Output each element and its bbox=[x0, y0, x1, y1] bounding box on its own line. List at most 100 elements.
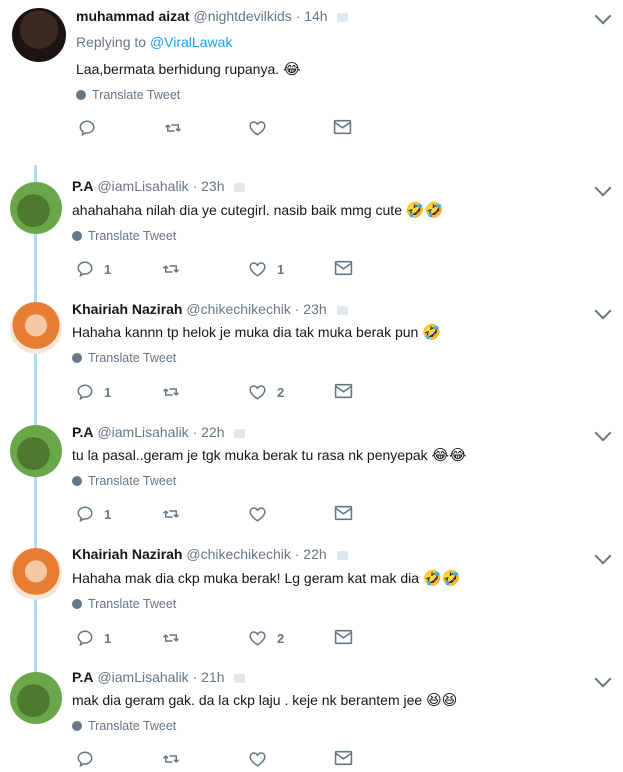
avatar[interactable] bbox=[10, 672, 62, 724]
retweet-icon bbox=[162, 265, 180, 273]
dm-button[interactable] bbox=[334, 629, 353, 645]
like-button[interactable]: 2 bbox=[248, 629, 284, 647]
tweet-header: P.A @iamLisahalik · 22h bbox=[72, 424, 246, 440]
like-count: 2 bbox=[277, 384, 285, 400]
like-icon bbox=[249, 262, 266, 277]
like-button[interactable]: 2 bbox=[248, 383, 284, 401]
user-name[interactable]: P.A bbox=[72, 178, 94, 194]
avatar[interactable] bbox=[12, 8, 66, 62]
tweet-header: P.A @iamLisahalik · 23h bbox=[72, 178, 246, 194]
translate-tweet[interactable]: Translate Tweet bbox=[72, 719, 176, 733]
media-icon bbox=[336, 550, 348, 560]
translate-label[interactable]: Translate Tweet bbox=[88, 229, 176, 243]
translate-tweet[interactable]: Translate Tweet bbox=[72, 474, 176, 488]
chevron-down-icon[interactable] bbox=[594, 302, 612, 320]
avatar[interactable] bbox=[10, 425, 62, 477]
avatar[interactable] bbox=[10, 182, 62, 234]
dm-icon bbox=[334, 260, 353, 276]
translate-label[interactable]: Translate Tweet bbox=[88, 474, 176, 488]
avatar[interactable] bbox=[10, 302, 62, 354]
dm-button[interactable] bbox=[334, 505, 353, 521]
media-icon bbox=[234, 673, 246, 683]
user-name[interactable]: Khairiah Nazirah bbox=[72, 301, 182, 317]
reply-button[interactable]: 1 bbox=[76, 629, 111, 647]
tweet-emoji: 😂 bbox=[283, 61, 301, 78]
mention-link[interactable]: @ViralLawak bbox=[150, 34, 232, 50]
dm-button[interactable] bbox=[334, 260, 353, 276]
timestamp[interactable]: · 22h bbox=[295, 546, 327, 562]
like-button[interactable] bbox=[248, 505, 277, 523]
reply-button[interactable] bbox=[76, 750, 104, 768]
translate-tweet[interactable]: Translate Tweet bbox=[72, 229, 176, 243]
user-name[interactable]: P.A bbox=[72, 669, 94, 685]
translate-tweet[interactable]: Translate Tweet bbox=[72, 351, 176, 365]
retweet-button[interactable] bbox=[161, 629, 181, 647]
timestamp[interactable]: · 14h bbox=[296, 8, 328, 24]
timestamp[interactable]: · 22h bbox=[193, 424, 225, 440]
reply-count: 1 bbox=[104, 630, 112, 646]
reply-icon bbox=[77, 384, 93, 401]
user-handle[interactable]: @nightdevilkids bbox=[193, 8, 291, 24]
chevron-down-icon[interactable] bbox=[594, 424, 612, 442]
avatar[interactable] bbox=[10, 548, 62, 600]
media-icon bbox=[337, 12, 349, 22]
globe-icon bbox=[72, 476, 82, 486]
reply-button[interactable]: 1 bbox=[76, 383, 111, 401]
timestamp[interactable]: · 23h bbox=[193, 178, 225, 194]
tweet-emoji: 😂😂 bbox=[431, 447, 467, 464]
user-name[interactable]: Khairiah Nazirah bbox=[72, 546, 182, 562]
user-handle[interactable]: @iamLisahalik bbox=[97, 669, 188, 685]
tweet-text-body: Laa,bermata berhidung rupanya. bbox=[76, 61, 280, 77]
chevron-down-icon[interactable] bbox=[594, 179, 612, 197]
dm-icon bbox=[333, 119, 352, 135]
tweet-header: muhammad aizat @nightdevilkids · 14h bbox=[76, 8, 349, 24]
tweet-text: ahahahaha nilah dia ye cutegirl. nasib b… bbox=[72, 201, 443, 219]
tweet-actions bbox=[76, 750, 376, 772]
retweet-button[interactable] bbox=[161, 750, 181, 768]
chevron-down-icon[interactable] bbox=[594, 547, 612, 565]
retweet-button[interactable] bbox=[161, 505, 181, 523]
dm-button[interactable] bbox=[334, 383, 353, 399]
replying-to: Replying to @ViralLawak bbox=[76, 34, 232, 50]
translate-label[interactable]: Translate Tweet bbox=[88, 597, 176, 611]
like-button[interactable] bbox=[248, 119, 277, 137]
translate-label[interactable]: Translate Tweet bbox=[88, 351, 176, 365]
chevron-down-icon[interactable] bbox=[594, 7, 612, 25]
user-name[interactable]: P.A bbox=[72, 424, 94, 440]
tweet-text-body: Hahaha kannn tp helok je muka dia tak mu… bbox=[72, 324, 419, 340]
tweet-text: Hahaha mak dia ckp muka berak! Lg geram … bbox=[72, 569, 460, 587]
dm-button[interactable] bbox=[333, 119, 352, 135]
tweet-actions: 1 2 bbox=[76, 629, 376, 651]
reply-button[interactable]: 1 bbox=[76, 260, 111, 278]
globe-icon bbox=[72, 353, 82, 363]
media-icon bbox=[234, 428, 246, 438]
dm-icon bbox=[334, 505, 353, 521]
timestamp[interactable]: · 23h bbox=[295, 301, 327, 317]
like-button[interactable]: 1 bbox=[248, 260, 284, 278]
reply-button[interactable] bbox=[78, 119, 106, 137]
dm-icon bbox=[334, 629, 353, 645]
translate-label[interactable]: Translate Tweet bbox=[88, 719, 176, 733]
reply-icon bbox=[77, 751, 93, 768]
tweet-emoji: 🤣🤣 bbox=[422, 570, 461, 587]
reply-button[interactable]: 1 bbox=[76, 505, 111, 523]
retweet-button[interactable] bbox=[163, 119, 183, 137]
tweet-header: P.A @iamLisahalik · 21h bbox=[72, 669, 246, 685]
user-handle[interactable]: @chikechikechik bbox=[186, 546, 290, 562]
translate-label[interactable]: Translate Tweet bbox=[92, 88, 180, 102]
reply-icon bbox=[77, 630, 93, 647]
retweet-button[interactable] bbox=[161, 383, 181, 401]
user-handle[interactable]: @iamLisahalik bbox=[97, 178, 188, 194]
translate-tweet[interactable]: Translate Tweet bbox=[76, 88, 180, 102]
chevron-down-icon[interactable] bbox=[594, 670, 612, 688]
dm-button[interactable] bbox=[334, 750, 353, 766]
timestamp[interactable]: · 21h bbox=[193, 669, 225, 685]
like-button[interactable] bbox=[248, 750, 277, 768]
user-handle[interactable]: @chikechikechik bbox=[186, 301, 290, 317]
like-icon bbox=[249, 507, 266, 522]
tweet-actions: 1 2 bbox=[76, 383, 376, 405]
translate-tweet[interactable]: Translate Tweet bbox=[72, 597, 176, 611]
user-handle[interactable]: @iamLisahalik bbox=[97, 424, 188, 440]
retweet-button[interactable] bbox=[161, 260, 181, 278]
user-name[interactable]: muhammad aizat bbox=[76, 8, 190, 24]
